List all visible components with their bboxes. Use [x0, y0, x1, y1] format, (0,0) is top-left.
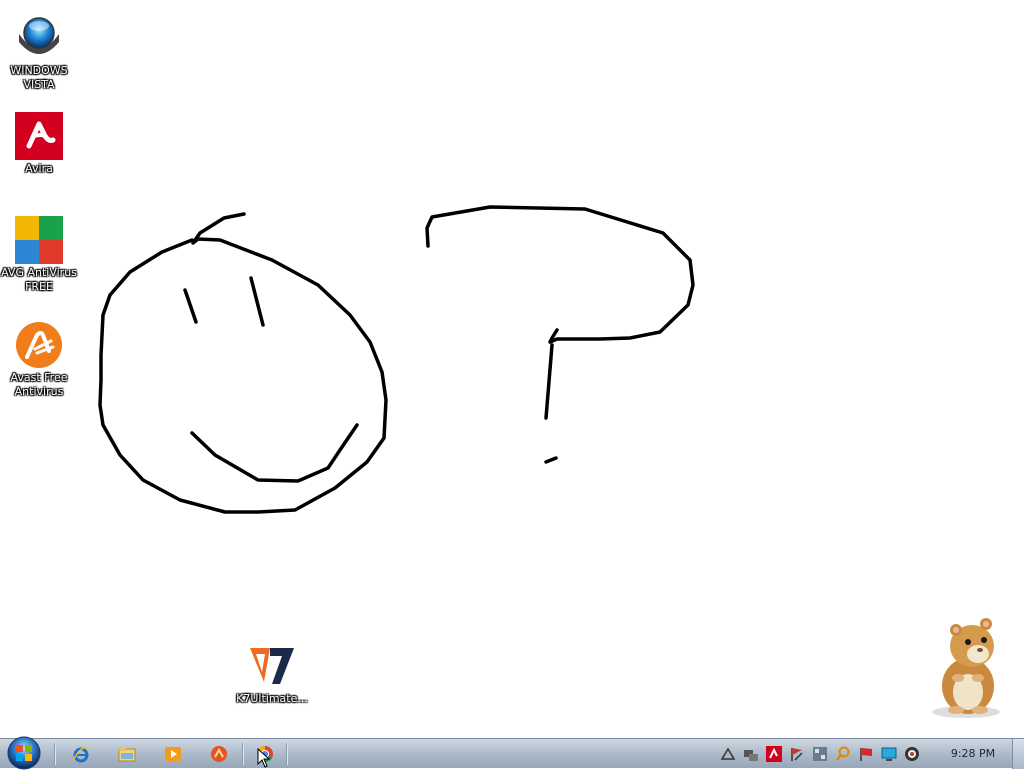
- desktop-icon-label: Avira: [25, 162, 53, 175]
- desktop-icon-label: K7Ultimate...: [236, 692, 308, 705]
- taskbar-separator: [242, 743, 244, 765]
- media-player-icon: [165, 747, 181, 761]
- av-tray-icon[interactable]: [812, 746, 828, 762]
- desktop-icon-avg[interactable]: AVG AntiVirus FREE: [0, 216, 78, 294]
- taskbar-file-explorer[interactable]: [112, 741, 142, 767]
- avast-icon: [16, 322, 62, 368]
- desktop-icon-label: AVG AntiVirus FREE: [1, 266, 77, 293]
- desktop[interactable]: WINDOWS VISTA Avira AVG AntiVirus FREE A…: [0, 0, 1024, 738]
- volume-icon[interactable]: [904, 746, 920, 762]
- smiley-left-eye: [183, 288, 198, 324]
- freehand-drawing: [98, 205, 695, 514]
- desktop-icon-windows-vista[interactable]: WINDOWS VISTA: [0, 14, 78, 92]
- smiley-outline: [98, 212, 388, 514]
- notification-area: [716, 741, 923, 767]
- question-mark-stem: [544, 343, 554, 420]
- desktop-icon-label: Avast Free Antivirus: [10, 371, 68, 398]
- k7-icon: [250, 648, 294, 684]
- mouse-cursor-icon: [257, 748, 271, 768]
- taskbar-media-player[interactable]: [158, 741, 188, 767]
- taskbar: 9:28 PM: [0, 735, 1024, 771]
- tray-up-arrow-icon[interactable]: [720, 746, 736, 762]
- avira-tray-icon[interactable]: [766, 746, 782, 762]
- taskbar-internet-explorer[interactable]: [66, 741, 96, 767]
- taskbar-separator: [54, 743, 56, 765]
- flag-icon[interactable]: [789, 746, 805, 762]
- hamster-mascot[interactable]: [920, 612, 1010, 720]
- taskbar-separator: [286, 743, 288, 765]
- vista-orb-icon: [19, 17, 59, 54]
- smiley-right-eye: [249, 276, 265, 327]
- avg-icon: [15, 216, 63, 264]
- question-mark-dot: [544, 456, 558, 464]
- action-center-icon[interactable]: [858, 746, 874, 762]
- desktop-icon-k7-ultimate[interactable]: K7Ultimate...: [233, 642, 311, 706]
- taskbar-clock[interactable]: 9:28 PM: [940, 739, 1006, 769]
- desktop-icon-avira[interactable]: Avira: [0, 112, 78, 176]
- question-mark-curve: [425, 205, 695, 344]
- desktop-icon-label: WINDOWS VISTA: [10, 64, 68, 91]
- windows-start-orb-icon[interactable]: [6, 735, 42, 771]
- search-tray-icon[interactable]: [835, 746, 851, 762]
- smiley-mouth: [190, 423, 359, 483]
- desktop-icon-avast[interactable]: Avast Free Antivirus: [0, 321, 78, 399]
- avira-icon: [15, 112, 63, 160]
- display-icon[interactable]: [881, 746, 897, 762]
- file-explorer-icon: [118, 748, 136, 762]
- taskbar-app[interactable]: [204, 741, 234, 767]
- app-icon: [211, 746, 227, 762]
- network-icon[interactable]: [743, 746, 759, 762]
- show-desktop-button[interactable]: [1012, 739, 1024, 769]
- internet-explorer-icon: [73, 746, 90, 763]
